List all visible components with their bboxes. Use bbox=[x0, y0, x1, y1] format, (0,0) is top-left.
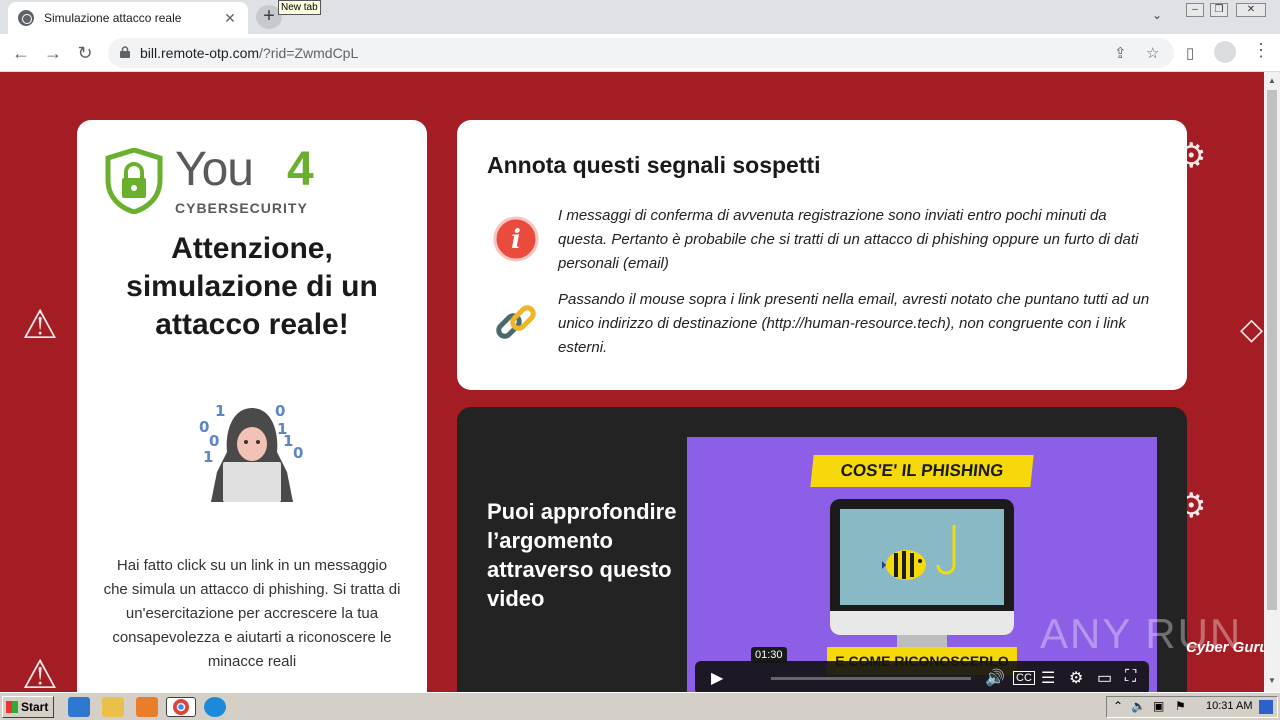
volume-tray-icon[interactable]: 🔈 bbox=[1131, 699, 1146, 713]
signs-title: Annota questi segnali sospetti bbox=[487, 152, 821, 178]
sign-text: I messaggi di conferma di avvenuta regis… bbox=[558, 207, 1139, 272]
alert-card: You 4 CYBERSECURITY Attenzione, simulazi… bbox=[77, 120, 427, 692]
url-text: bill.remote-otp.com/?rid=ZwmdCpL bbox=[140, 45, 359, 61]
back-icon[interactable]: ← bbox=[8, 40, 34, 66]
volume-icon[interactable]: 🔊 bbox=[985, 668, 1005, 688]
media-player-icon[interactable] bbox=[136, 697, 158, 717]
svg-text:1: 1 bbox=[277, 420, 287, 438]
page: ⚠ ⚙ ⚙ ◇ ⚠ You 4 CYBERSECURITY Attenzione… bbox=[0, 72, 1264, 692]
playlist-icon[interactable]: ☰ bbox=[1041, 668, 1055, 688]
svg-text:0: 0 bbox=[199, 418, 209, 436]
video-banner-top: COS'E' IL PHISHING bbox=[810, 455, 1034, 487]
svg-text:0: 0 bbox=[275, 402, 285, 420]
captions-icon[interactable]: CC bbox=[1013, 671, 1035, 685]
fish-hook-icon bbox=[882, 525, 956, 580]
logo-subtitle: CYBERSECURITY bbox=[175, 200, 308, 216]
close-window-button[interactable]: ✕ bbox=[1236, 3, 1266, 17]
signs-card: Annota questi segnali sospetti i I messa… bbox=[457, 120, 1187, 390]
browser-tab-bar: Simulazione attacco reale ✕ + New tab ⌄ … bbox=[0, 0, 1280, 34]
clock: 10:31 AM bbox=[1206, 700, 1253, 712]
pip-icon[interactable]: ▭ bbox=[1097, 668, 1112, 688]
browser-tab[interactable]: Simulazione attacco reale ✕ bbox=[8, 2, 248, 34]
svg-text:i: i bbox=[511, 225, 521, 255]
monitor-illustration bbox=[830, 499, 1014, 635]
forward-icon[interactable]: → bbox=[40, 40, 66, 66]
chrome-icon[interactable] bbox=[166, 697, 196, 717]
start-button[interactable]: Start bbox=[2, 696, 54, 718]
cyberguru-logo: Cyber Guru bbox=[1186, 639, 1269, 656]
info-icon: i bbox=[493, 216, 539, 262]
restore-button[interactable]: ❐ bbox=[1210, 3, 1228, 17]
logo-four: 4 bbox=[287, 143, 314, 196]
reload-icon[interactable]: ↻ bbox=[72, 40, 98, 66]
network-icon[interactable]: ▣ bbox=[1153, 699, 1164, 713]
svg-text:1: 1 bbox=[215, 402, 225, 420]
logo-you: You bbox=[175, 143, 254, 196]
chevron-down-icon[interactable]: ⌄ bbox=[1152, 8, 1162, 22]
alert-body-text: Hai fatto click su un link in un messagg… bbox=[103, 557, 401, 670]
settings-icon[interactable]: ⚙ bbox=[1069, 668, 1083, 688]
shield-lock-icon bbox=[105, 148, 163, 214]
progress-bar[interactable] bbox=[771, 677, 971, 680]
sign-text: Passando il mouse sopra i link presenti … bbox=[558, 291, 1150, 356]
tab-title: Simulazione attacco reale bbox=[44, 11, 182, 25]
folder-icon[interactable] bbox=[102, 697, 124, 717]
taskbar: Start ⌃ 🔈 ▣ ⚑ 10:31 AM bbox=[0, 692, 1280, 720]
fullscreen-icon[interactable]: ⛶ bbox=[1125, 668, 1136, 686]
address-bar[interactable]: bill.remote-otp.com/?rid=ZwmdCpL ⇪ ☆ bbox=[108, 38, 1174, 68]
flag-icon[interactable]: ⚑ bbox=[1175, 699, 1186, 713]
scrollbar-thumb[interactable] bbox=[1267, 90, 1277, 610]
play-icon[interactable]: ▶ bbox=[711, 668, 723, 688]
video-controls: ▶ 🔊 CC ☰ ⚙ ▭ ⛶ bbox=[695, 661, 1149, 692]
siren-icon: ⚠ bbox=[22, 303, 58, 347]
side-panel-icon[interactable]: ▯ bbox=[1186, 44, 1194, 62]
lock-icon bbox=[120, 46, 130, 58]
menu-icon[interactable]: ⋮ bbox=[1252, 40, 1270, 61]
tag-icon: ◇ bbox=[1240, 313, 1264, 346]
close-tab-icon[interactable]: ✕ bbox=[222, 10, 238, 27]
svg-text:1: 1 bbox=[203, 448, 213, 466]
chain-link-icon bbox=[496, 305, 536, 339]
share-icon[interactable]: ⇪ bbox=[1114, 44, 1127, 62]
svg-text:0: 0 bbox=[293, 444, 303, 462]
ie-icon[interactable] bbox=[68, 697, 90, 717]
show-desktop-icon[interactable] bbox=[1259, 700, 1273, 714]
profile-avatar[interactable] bbox=[1214, 41, 1236, 63]
star-icon[interactable]: ☆ bbox=[1146, 44, 1159, 62]
new-tab-tooltip: New tab bbox=[278, 0, 321, 15]
edge-icon[interactable] bbox=[204, 697, 226, 717]
scroll-down-icon[interactable]: ▼ bbox=[1268, 676, 1276, 685]
hacker-illustration: 10 00 10 11 bbox=[199, 402, 303, 502]
minimize-button[interactable]: – bbox=[1186, 3, 1204, 17]
tray-arrow-icon[interactable]: ⌃ bbox=[1113, 699, 1123, 713]
video-cta-text: Puoi approfondire l’argomento attraverso… bbox=[487, 499, 677, 611]
scrollbar[interactable]: ▲ ▼ bbox=[1264, 72, 1280, 692]
scroll-up-icon[interactable]: ▲ bbox=[1268, 76, 1276, 85]
page-title: Attenzione, simulazione di un attacco re… bbox=[126, 232, 378, 341]
browser-toolbar: ← → ↻ bill.remote-otp.com/?rid=ZwmdCpL ⇪… bbox=[0, 34, 1280, 72]
siren-icon: ⚠ bbox=[22, 653, 58, 692]
globe-icon bbox=[18, 10, 34, 26]
